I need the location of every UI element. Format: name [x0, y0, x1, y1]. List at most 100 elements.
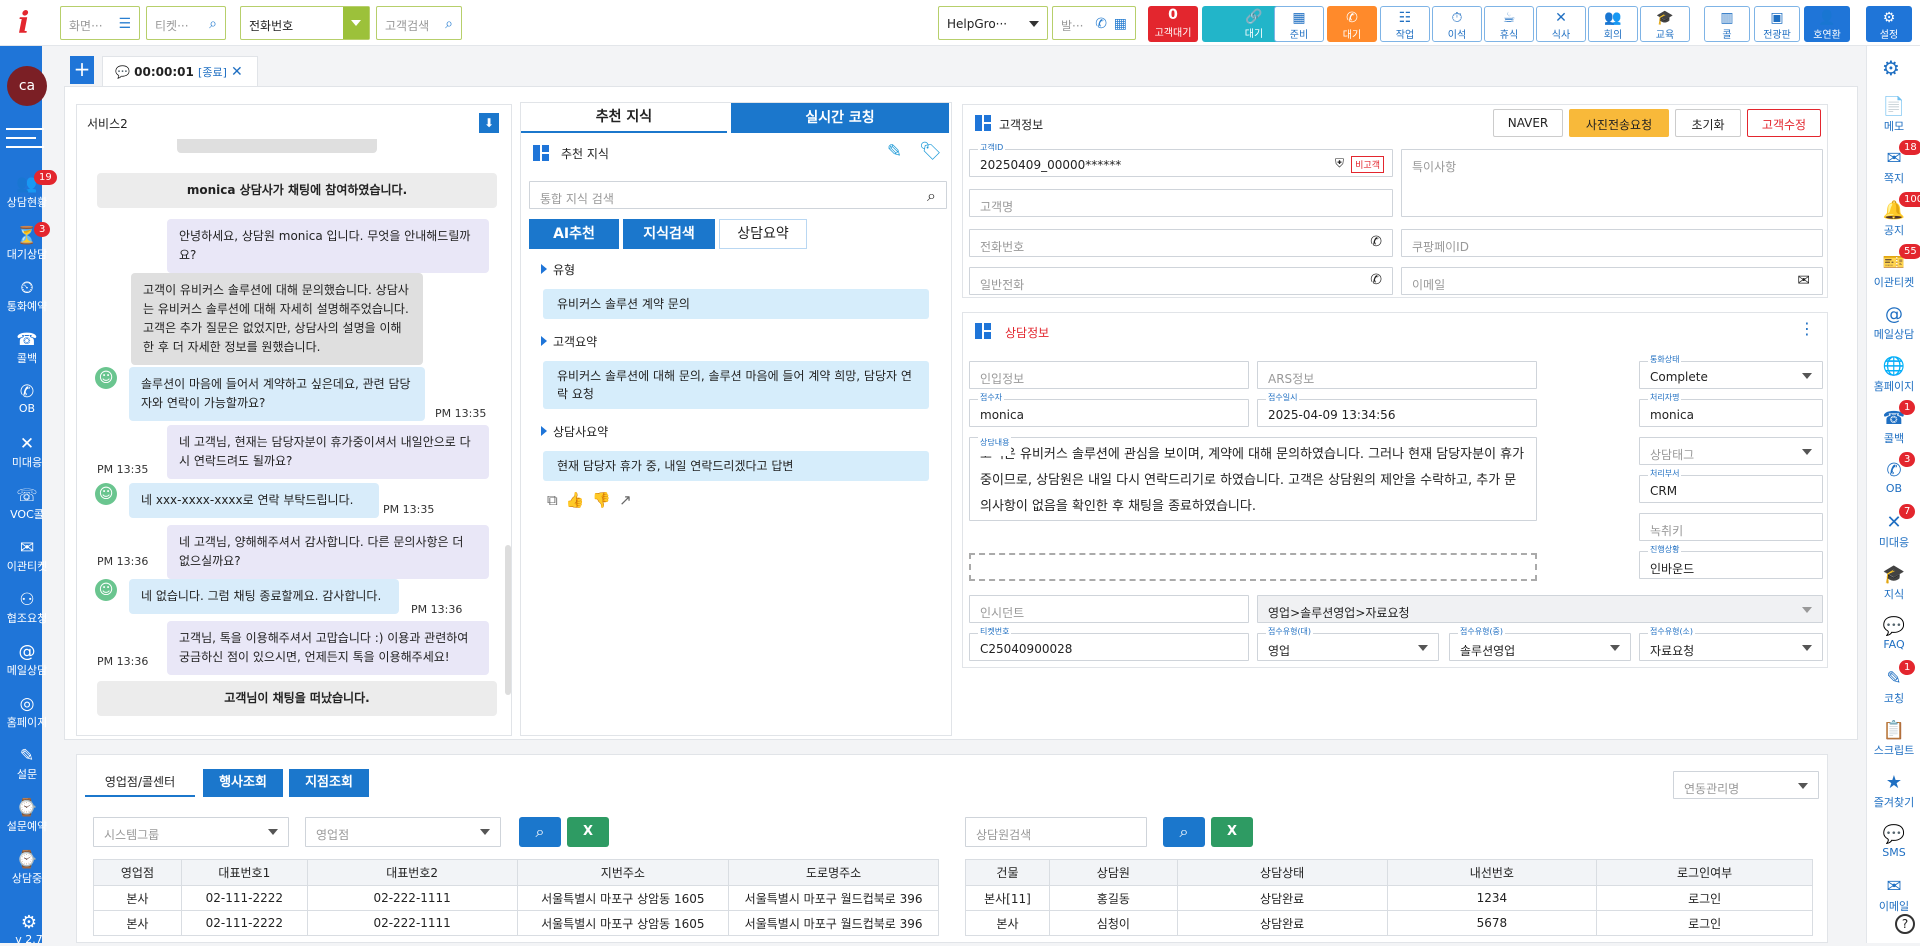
screen-search-input[interactable]: 화면··· ☰ — [60, 6, 140, 40]
search-icon[interactable]: ⌕ — [1163, 817, 1205, 847]
special-notes-field[interactable]: 특이사항 — [1401, 149, 1823, 217]
knowledge-search-input[interactable]: 통합 지식 검색 ⌕ — [529, 181, 947, 209]
rest-button[interactable]: ☕ 휴식 — [1484, 6, 1534, 42]
left-nav-item[interactable]: ⏲ 통화예약 — [0, 278, 54, 314]
user-profile-button[interactable]: 👤 호연환 — [1804, 6, 1850, 42]
right-nav-item[interactable]: @ 메일상담 — [1867, 304, 1920, 342]
record-key-field[interactable]: 녹취키 — [1639, 513, 1823, 541]
ai-recommend-button[interactable]: AI추천 — [529, 219, 619, 249]
mail-icon[interactable]: ✉ — [1797, 271, 1810, 289]
handler-field[interactable]: 처리자명 monica — [1639, 392, 1823, 427]
phone-icon[interactable]: ✆ — [1370, 272, 1382, 288]
left-nav-item[interactable]: ⏳ 대기상담 3 — [0, 222, 54, 262]
gear-icon[interactable]: ⚙ — [4, 912, 54, 933]
receipt-type-medium-select[interactable]: 접수유형(중) 솔루션영업 — [1449, 626, 1631, 661]
call-wait-button[interactable]: ✆ 대기 — [1327, 6, 1377, 42]
meeting-button[interactable]: 👥 회의 — [1588, 6, 1638, 42]
left-nav-item[interactable]: ◎ 홈페이지 — [0, 694, 54, 730]
inflow-info-field[interactable]: 인입정보 — [969, 361, 1249, 389]
call-status-select[interactable]: 통화상태 Complete — [1639, 354, 1823, 389]
ars-info-field[interactable]: ARS정보 — [1257, 361, 1537, 389]
agent-search-input[interactable]: 상담원검색 — [965, 817, 1147, 847]
right-nav-item[interactable]: 📋 스크립트 — [1867, 720, 1920, 758]
tag-icon[interactable]: 🏷 — [919, 141, 942, 162]
photo-request-button[interactable]: 사진전송요청 — [1569, 109, 1669, 137]
app-logo[interactable]: i — [18, 6, 29, 41]
receipt-type-large-select[interactable]: 접수유형(대) 영업 — [1257, 626, 1439, 661]
excel-export-icon[interactable]: X — [567, 817, 609, 847]
right-nav-item[interactable]: ✎ 코칭 1 — [1867, 660, 1920, 706]
left-nav-item[interactable]: ☏ VOC콜 — [0, 486, 54, 522]
left-nav-item[interactable]: ✎ 설문 — [0, 746, 54, 782]
more-options-icon[interactable]: ⋮ — [1799, 319, 1815, 338]
right-nav-item[interactable]: 📄 메모 — [1867, 96, 1920, 134]
table-row[interactable]: 본사 심청이 상담완료 5678 로그인 — [965, 910, 1813, 936]
customer-name-field[interactable]: 고객명 — [969, 189, 1393, 217]
progress-field[interactable]: 진행상황 인바운드 — [1639, 544, 1823, 579]
help-icon[interactable]: ? — [1895, 914, 1915, 934]
keypad-icon[interactable]: ▦ — [1114, 16, 1127, 32]
right-nav-item[interactable]: 💬 SMS — [1867, 824, 1920, 859]
table-header[interactable]: 상담상태 — [1176, 859, 1388, 886]
table-header[interactable]: 대표번호1 — [180, 859, 308, 886]
customer-id-field[interactable]: 고객ID 20250409_00000****** ⛨ 비고객 — [969, 142, 1393, 177]
right-nav-item[interactable]: ✕ 미대응 7 — [1867, 504, 1920, 550]
thumbs-up-icon[interactable]: 👍 — [566, 491, 593, 509]
left-nav-item[interactable]: ✕ 미대응 — [0, 434, 54, 470]
chat-scrollbar[interactable] — [505, 545, 511, 695]
consult-content-textarea[interactable]: 상담내용 고객은 유비커스 솔루션에 관심을 보이며, 계약에 대해 문의하였습니… — [969, 430, 1537, 521]
left-nav-item[interactable]: @ 메일상담 — [0, 642, 54, 678]
received-datetime-field[interactable]: 접수일시 2025-04-09 13:34:56 — [1257, 392, 1537, 427]
table-header[interactable]: 지번주소 — [516, 859, 730, 886]
coupang-pay-id-field[interactable]: 쿠팡페이ID — [1401, 229, 1823, 257]
tab-branch-callcenter[interactable]: 영업점/콜센터 — [85, 769, 195, 797]
avatar[interactable]: ca — [7, 66, 47, 106]
close-icon[interactable]: ✕ — [231, 64, 243, 80]
link-management-select[interactable]: 연동관리명 — [1673, 771, 1819, 799]
tab-event-lookup[interactable]: 행사조회 — [203, 769, 283, 797]
phone-select[interactable]: 전화번호 — [240, 6, 370, 40]
incident-field[interactable]: 인시던트 — [969, 595, 1249, 623]
right-nav-item[interactable]: 🔔 공지 100 — [1867, 192, 1920, 238]
receiver-field[interactable]: 접수자 monica — [969, 392, 1249, 427]
table-header[interactable]: 건물 — [965, 859, 1050, 886]
outbound-field[interactable]: 발··· ✆ ▦ — [1052, 6, 1136, 40]
left-nav-item[interactable]: ⌚ 상담중 — [0, 850, 54, 886]
phone-icon[interactable]: ✆ — [1370, 234, 1382, 250]
session-tab[interactable]: 💬 00:00:01 [종료] ✕ — [102, 56, 258, 86]
phone-field[interactable]: 전화번호 ✆ — [969, 229, 1393, 257]
customer-wait-counter[interactable]: 0 고객대기 — [1148, 6, 1198, 42]
right-nav-item[interactable]: 🎫 이관티켓 55 — [1867, 244, 1920, 290]
search-icon[interactable]: ⌕ — [209, 16, 217, 32]
board-button[interactable]: ▣ 전광판 — [1754, 6, 1800, 42]
table-row[interactable]: 본사 02-111-2222 02-222-1111 서울특별시 마포구 상암동 16… — [93, 910, 939, 936]
left-nav-item[interactable]: ☎ 콜백 — [0, 330, 54, 366]
tab-branch-lookup[interactable]: 지점조회 — [289, 769, 369, 797]
left-nav-item[interactable]: ✆ OB — [0, 382, 54, 415]
left-nav-item[interactable]: ⌚ 설문예약 — [0, 798, 54, 834]
settings-button[interactable]: ⚙ 설정 — [1866, 6, 1912, 42]
search-icon[interactable]: ⌕ — [445, 16, 453, 32]
shield-icon[interactable]: ⛨ — [1335, 156, 1344, 171]
general-phone-field[interactable]: 일반전화 ✆ — [969, 267, 1393, 295]
table-header[interactable]: 도로명주소 — [728, 859, 939, 886]
branch-select[interactable]: 영업점 — [305, 817, 501, 847]
menu-icon[interactable]: ☰ — [118, 16, 131, 32]
right-nav-item[interactable]: ★ 즐겨찾기 — [1867, 772, 1920, 810]
group-select[interactable]: HelpGro··· — [938, 6, 1048, 40]
hamburger-menu-icon[interactable] — [6, 122, 48, 152]
ready-button[interactable]: ▦ 준비 — [1274, 6, 1324, 42]
left-nav-item[interactable]: ⚇ 협조요청 — [0, 590, 54, 626]
excel-export-icon[interactable]: X — [1211, 817, 1253, 847]
email-field[interactable]: 이메일 ✉ — [1401, 267, 1823, 295]
receipt-type-small-select[interactable]: 접수유형(소) 자료요청 — [1639, 626, 1823, 661]
left-nav-item[interactable]: ✉ 이관티켓 — [0, 538, 54, 574]
right-nav-item[interactable]: ✉ 쪽지 18 — [1867, 140, 1920, 186]
attachment-dropzone[interactable] — [969, 553, 1537, 581]
consult-tag-select[interactable]: 상담태그 — [1639, 437, 1823, 465]
work-button[interactable]: ☷ 작업 — [1380, 6, 1430, 42]
search-icon[interactable]: ⌕ — [927, 186, 936, 206]
right-nav-item[interactable]: ✆ OB 3 — [1867, 452, 1920, 495]
tab-realtime-coaching[interactable]: 실시간 코칭 — [731, 103, 949, 133]
table-header[interactable]: 상담원 — [1048, 859, 1178, 886]
